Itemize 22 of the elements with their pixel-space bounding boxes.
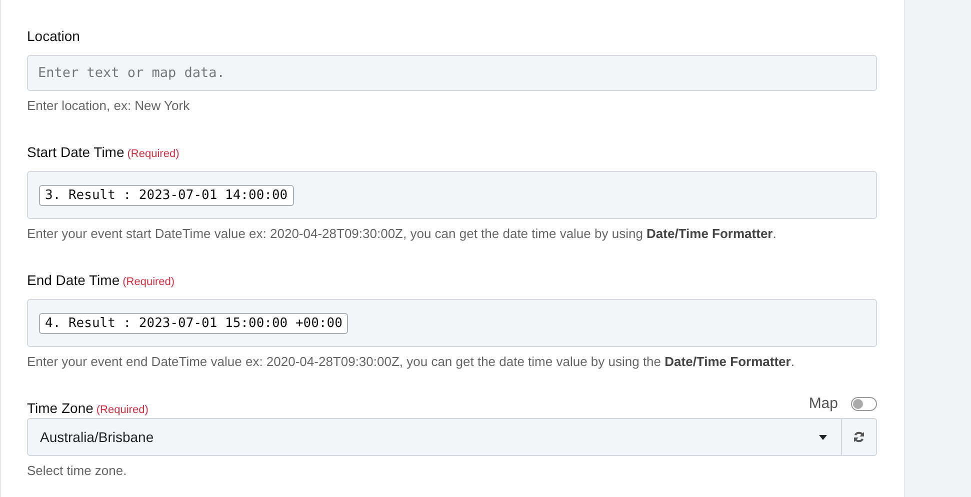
field-label: Time Zone <box>27 400 94 416</box>
timezone-dropdown[interactable]: Australia/Brisbane <box>27 418 842 456</box>
refresh-button[interactable] <box>842 418 877 456</box>
mapped-value-field[interactable]: 3. Result : 2023-07-01 14:00:00 <box>27 171 877 219</box>
field-label: Start Date Time <box>27 144 124 160</box>
help-text: Enter your event start DateTime value ex: 2020-04-28T09:30:00Z, you can get the date time value by using Date/Time Formatter. <box>27 226 778 242</box>
refresh-icon <box>853 431 865 443</box>
field-label: Location <box>27 28 80 44</box>
required-tag: (Required) <box>96 404 148 416</box>
text-field[interactable]: Enter text or map data. <box>27 55 877 91</box>
field-label: End Date Time <box>27 272 120 288</box>
help-text: Enter location, ex: New York <box>27 98 191 114</box>
caret-icon <box>819 434 827 440</box>
map-label: Map <box>808 395 838 412</box>
help-text: Select time zone. <box>27 463 128 479</box>
map-toggle[interactable] <box>851 396 877 410</box>
required-tag: (Required) <box>127 148 180 160</box>
mapped-value-field[interactable]: 4. Result : 2023-07-01 15:00:00 +00:00 <box>27 299 877 347</box>
required-tag: (Required) <box>122 276 175 288</box>
value-token[interactable]: 4. Result : 2023-07-01 15:00:00 +00:00 <box>39 312 348 334</box>
value-token[interactable]: 3. Result : 2023-07-01 14:00:00 <box>39 184 294 206</box>
help-text: Enter your event end DateTime value ex: 2020-04-28T09:30:00Z, you can get the date time value by using the Date/Time Formatter. <box>27 354 796 370</box>
